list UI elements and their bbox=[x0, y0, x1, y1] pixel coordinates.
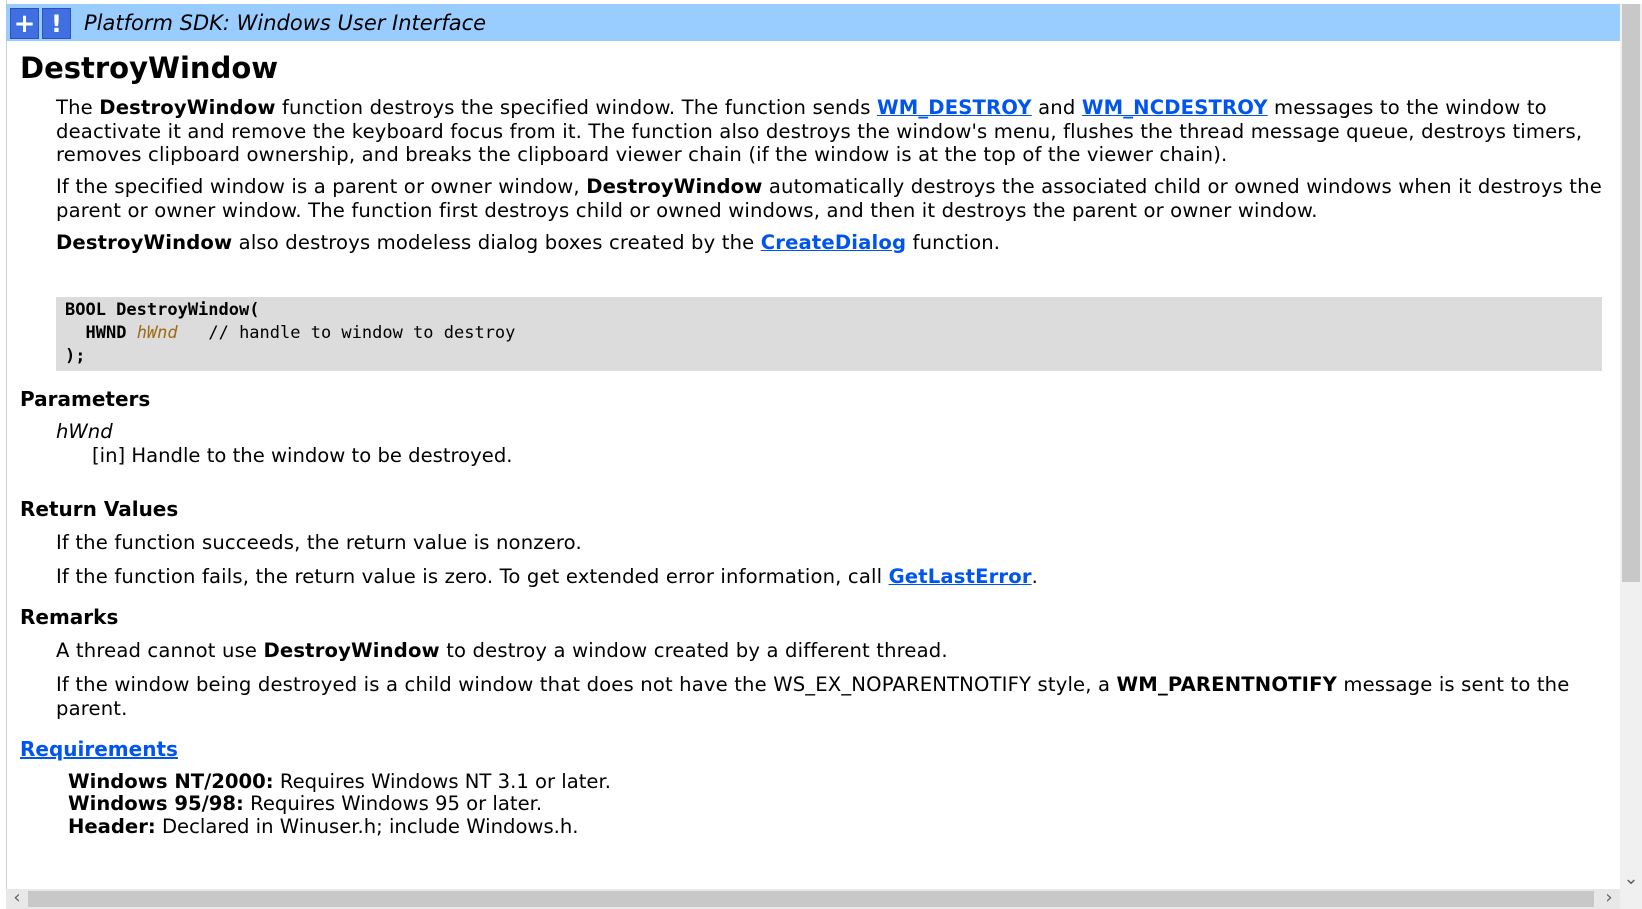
scroll-down-icon[interactable]: ⌄ bbox=[1620, 870, 1642, 888]
remarks-paragraph-1: A thread cannot use DestroyWindow to des… bbox=[56, 639, 1610, 663]
text: to destroy a window created by a differe… bbox=[439, 639, 948, 662]
intro-paragraph-1: The DestroyWindow function destroys the … bbox=[56, 96, 1610, 167]
code-line-2: HWND hWnd // handle to window to destroy bbox=[56, 322, 1602, 345]
syntax-code-block: BOOL DestroyWindow( HWND hWnd // handle … bbox=[56, 297, 1602, 371]
return-paragraph-2: If the function fails, the return value … bbox=[56, 565, 1610, 589]
scrollbar-corner bbox=[1620, 889, 1642, 909]
vertical-scrollbar[interactable]: ⌄ bbox=[1620, 4, 1642, 889]
exclamation-icon: ! bbox=[51, 9, 62, 38]
link-getlasterror[interactable]: GetLastError bbox=[889, 565, 1032, 588]
text: If the window being destroyed is a child… bbox=[56, 673, 1117, 696]
link-wm-ncdestroy[interactable]: WM_NCDESTROY bbox=[1082, 96, 1268, 119]
return-values-heading: Return Values bbox=[20, 497, 179, 521]
document-content: DestroyWindow The DestroyWindow function… bbox=[6, 41, 1620, 889]
function-name: DestroyWindow bbox=[263, 639, 440, 662]
text: also destroys modeless dialog boxes crea… bbox=[232, 231, 761, 254]
function-name: DestroyWindow bbox=[56, 231, 233, 254]
requirement-value: Requires Windows 95 or later. bbox=[243, 792, 543, 815]
page-title: DestroyWindow bbox=[20, 51, 279, 85]
horizontal-scrollbar[interactable]: ‹ › bbox=[6, 889, 1620, 909]
requirement-label: Windows NT/2000: bbox=[68, 770, 274, 793]
link-requirements[interactable]: Requirements bbox=[20, 737, 178, 761]
requirement-row: Header: Declared in Winuser.h; include W… bbox=[68, 815, 579, 839]
help-window: + ! Platform SDK: Windows User Interface… bbox=[0, 0, 1642, 909]
code-comment: // handle to window to destroy bbox=[208, 323, 516, 343]
intro-paragraph-2: If the specified window is a parent or o… bbox=[56, 175, 1610, 222]
important-info-button[interactable]: ! bbox=[42, 8, 71, 39]
function-name: DestroyWindow bbox=[586, 175, 763, 198]
text: . bbox=[1031, 565, 1039, 588]
code-text: BOOL DestroyWindow( bbox=[65, 300, 260, 320]
requirement-label: Windows 95/98: bbox=[68, 792, 244, 815]
requirement-row: Windows NT/2000: Requires Windows NT 3.1… bbox=[68, 770, 611, 794]
requirement-value: Requires Windows NT 3.1 or later. bbox=[273, 770, 611, 793]
scroll-left-icon[interactable]: ‹ bbox=[6, 889, 28, 907]
text: If the specified window is a parent or o… bbox=[56, 175, 587, 198]
return-paragraph-1: If the function succeeds, the return val… bbox=[56, 531, 582, 554]
horizontal-scroll-thumb[interactable] bbox=[28, 891, 1594, 907]
code-line-3: ); bbox=[56, 345, 1602, 368]
text: If the function fails, the return value … bbox=[56, 565, 889, 588]
remarks-heading: Remarks bbox=[20, 605, 119, 629]
requirement-row: Windows 95/98: Requires Windows 95 or la… bbox=[68, 792, 543, 816]
text: function. bbox=[906, 231, 1001, 254]
function-name: DestroyWindow bbox=[99, 96, 276, 119]
code-type: HWND bbox=[85, 323, 127, 343]
requirement-value: Declared in Winuser.h; include Windows.h… bbox=[155, 815, 579, 838]
message-name: WM_PARENTNOTIFY bbox=[1116, 673, 1337, 696]
plus-icon: + bbox=[13, 8, 36, 39]
link-wm-destroy[interactable]: WM_DESTROY bbox=[877, 96, 1032, 119]
text: A thread cannot use bbox=[56, 639, 264, 662]
code-text: ); bbox=[65, 346, 86, 366]
code-param: hWnd bbox=[136, 323, 178, 343]
requirements-heading: Requirements bbox=[20, 736, 178, 762]
header-title: Platform SDK: Windows User Interface bbox=[84, 11, 487, 35]
parameters-heading: Parameters bbox=[20, 387, 151, 411]
parameter-name: hWnd bbox=[56, 420, 113, 443]
link-createdialog[interactable]: CreateDialog bbox=[761, 231, 906, 254]
expand-all-button[interactable]: + bbox=[10, 8, 39, 39]
code-line-1: BOOL DestroyWindow( bbox=[56, 299, 1602, 322]
text: and bbox=[1031, 96, 1082, 119]
text: The bbox=[56, 96, 100, 119]
intro-paragraph-3: DestroyWindow also destroys modeless dia… bbox=[56, 231, 1610, 255]
text: function destroys the specified window. … bbox=[275, 96, 877, 119]
header-bar: + ! Platform SDK: Windows User Interface bbox=[6, 4, 1621, 41]
remarks-paragraph-2: If the window being destroyed is a child… bbox=[56, 673, 1610, 720]
scroll-right-icon[interactable]: › bbox=[1598, 889, 1620, 907]
requirement-label: Header: bbox=[68, 815, 156, 838]
parameter-description: [in] Handle to the window to be destroye… bbox=[92, 444, 513, 467]
vertical-scroll-thumb[interactable] bbox=[1622, 4, 1640, 582]
